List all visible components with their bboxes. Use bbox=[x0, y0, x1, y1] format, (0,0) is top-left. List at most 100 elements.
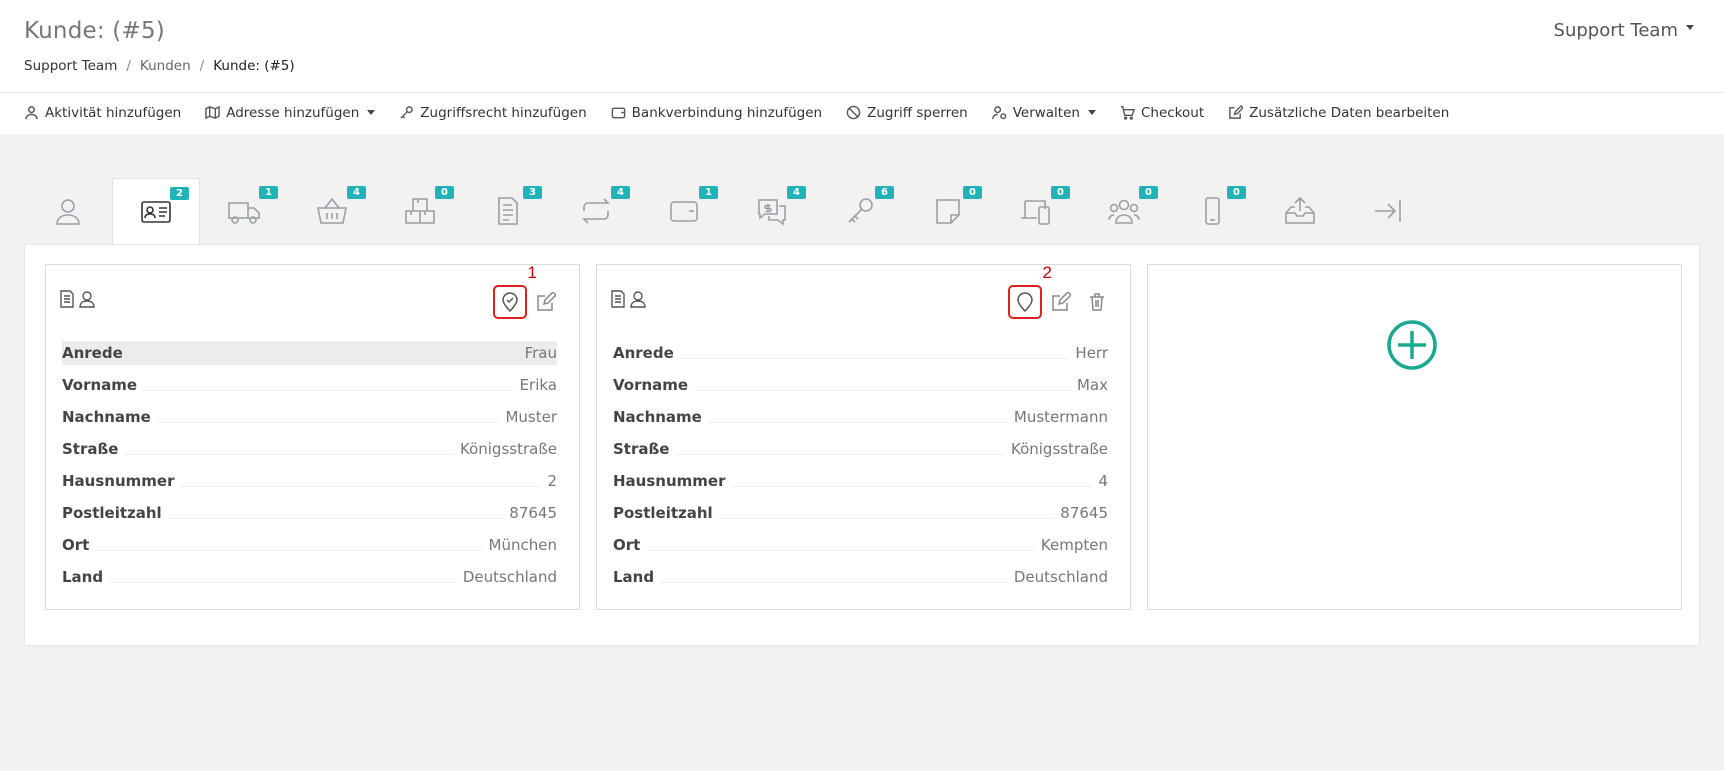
tab-documents[interactable]: 3 bbox=[464, 178, 552, 244]
field-leader bbox=[718, 517, 1055, 519]
add-bank-account-button[interactable]: Bankverbindung hinzufügen bbox=[611, 105, 822, 121]
users-icon bbox=[1108, 199, 1140, 224]
user-menu[interactable]: Support Team bbox=[1554, 20, 1694, 41]
tab-basket[interactable]: 4 bbox=[288, 178, 376, 244]
tab-groups[interactable]: 0 bbox=[1080, 178, 1168, 244]
field-leader bbox=[679, 357, 1070, 359]
field-leader bbox=[167, 517, 504, 519]
field-label: Land bbox=[613, 568, 655, 586]
tab-notes[interactable]: 0 bbox=[904, 178, 992, 244]
field-leader bbox=[180, 485, 542, 487]
tab-packages[interactable]: 0 bbox=[376, 178, 464, 244]
annotation-marker: 2 bbox=[1042, 263, 1052, 282]
add-address-plus-button[interactable] bbox=[1386, 319, 1438, 371]
address-card-actions: 2 bbox=[1008, 263, 1114, 319]
field-label: Postleitzahl bbox=[62, 504, 162, 522]
block-access-button[interactable]: Zugriff sperren bbox=[846, 105, 968, 121]
add-address-button[interactable]: Adresse hinzufügen bbox=[205, 105, 376, 121]
field-value: Herr bbox=[1075, 344, 1108, 362]
tab-badge: 4 bbox=[787, 186, 806, 199]
edit-extra-data-label: Zusätzliche Daten bearbeiten bbox=[1249, 104, 1450, 121]
basket-icon bbox=[317, 197, 347, 224]
field-leader bbox=[95, 549, 483, 551]
user-gear-icon bbox=[991, 106, 1006, 120]
field-row: Anrede Frau bbox=[62, 341, 557, 365]
key-icon bbox=[400, 106, 414, 119]
edit-extra-data-button[interactable]: Zusätzliche Daten bearbeiten bbox=[1228, 105, 1449, 121]
add-access-right-button[interactable]: Zugriffsrecht hinzufügen bbox=[399, 104, 587, 121]
tab-subscriptions[interactable]: 4 bbox=[552, 178, 640, 244]
address-fields: Anrede Herr Vorname Max Nachname Mustermann… bbox=[613, 337, 1108, 593]
tab-person[interactable] bbox=[24, 178, 112, 244]
wallet-icon bbox=[670, 201, 698, 222]
tab-payments[interactable]: 4 bbox=[728, 178, 816, 244]
tab-badge: 0 bbox=[1139, 186, 1158, 199]
mobile-phone-icon bbox=[1205, 197, 1220, 225]
manage-dropdown[interactable]: Verwalten bbox=[991, 104, 1096, 121]
field-value: Erika bbox=[519, 376, 557, 394]
tab-wallet[interactable]: 1 bbox=[640, 178, 728, 244]
edit-address-button[interactable] bbox=[1044, 285, 1078, 319]
block-icon bbox=[846, 105, 861, 120]
add-activity-button[interactable]: Aktivität hinzufügen bbox=[24, 105, 181, 121]
field-value: 87645 bbox=[509, 504, 557, 522]
block-access-label: Zugriff sperren bbox=[867, 104, 968, 121]
address-card-actions: 1 bbox=[493, 263, 563, 319]
tab-badge: 0 bbox=[1051, 186, 1070, 199]
delete-address-button[interactable] bbox=[1080, 285, 1114, 319]
add-activity-label: Aktivität hinzufügen bbox=[45, 104, 182, 121]
field-row: Postleitzahl 87645 bbox=[613, 497, 1108, 529]
tab-login[interactable] bbox=[1344, 178, 1432, 244]
field-row: Nachname Muster bbox=[62, 401, 557, 433]
checkout-button[interactable]: Checkout bbox=[1120, 105, 1204, 121]
sign-in-icon bbox=[1375, 200, 1401, 222]
field-label: Land bbox=[62, 568, 104, 586]
field-value: 2 bbox=[547, 472, 557, 490]
field-label: Postleitzahl bbox=[613, 504, 713, 522]
map-marker-icon bbox=[1017, 292, 1033, 312]
payment-chat-icon bbox=[758, 199, 786, 226]
chevron-down-icon bbox=[367, 110, 376, 115]
tab-badge: 4 bbox=[347, 186, 366, 199]
tab-mobile[interactable]: 0 bbox=[1168, 178, 1256, 244]
wallet-icon bbox=[611, 107, 625, 119]
add-address-card bbox=[1147, 264, 1682, 610]
tab-upload[interactable] bbox=[1256, 178, 1344, 244]
id-card-icon bbox=[141, 201, 171, 223]
breadcrumb-separator: / bbox=[199, 58, 205, 74]
field-leader bbox=[731, 485, 1093, 487]
manage-label: Verwalten bbox=[1012, 104, 1080, 121]
breadcrumb-separator: / bbox=[126, 58, 131, 74]
breadcrumb-item-kunden[interactable]: Kunden bbox=[140, 58, 191, 74]
field-label: Straße bbox=[62, 440, 119, 458]
field-label: Vorname bbox=[613, 376, 689, 394]
address-type-icons bbox=[58, 289, 96, 309]
tab-addresses[interactable]: 2 bbox=[112, 178, 200, 245]
address-card: 1 Anrede Frau Vorname Erika Nachname Muster… bbox=[45, 263, 580, 610]
field-value: München bbox=[488, 536, 557, 554]
field-label: Nachname bbox=[62, 408, 151, 426]
field-leader bbox=[694, 389, 1071, 391]
default-address-button[interactable]: 1 bbox=[493, 263, 537, 319]
repeat-icon bbox=[582, 198, 610, 224]
devices-icon bbox=[1021, 200, 1050, 225]
sticky-note-icon bbox=[936, 199, 960, 224]
tab-badge: 0 bbox=[1227, 186, 1246, 199]
truck-icon bbox=[228, 202, 260, 224]
chevron-down-icon bbox=[1686, 25, 1694, 30]
field-row: Land Deutschland bbox=[613, 561, 1108, 593]
field-value: Deutschland bbox=[1013, 568, 1108, 586]
set-default-address-button[interactable]: 2 bbox=[1008, 263, 1052, 319]
tab-devices[interactable]: 0 bbox=[992, 178, 1080, 244]
field-row: Ort München bbox=[62, 529, 557, 561]
tab-shipping[interactable]: 1 bbox=[200, 178, 288, 244]
field-label: Anrede bbox=[62, 344, 123, 362]
edit-icon bbox=[537, 292, 556, 311]
user-menu-label: Support Team bbox=[1553, 20, 1678, 41]
add-bank-account-label: Bankverbindung hinzufügen bbox=[631, 104, 823, 121]
edit-address-button[interactable] bbox=[529, 285, 563, 319]
tab-keys[interactable]: 6 bbox=[816, 178, 904, 244]
breadcrumb-item-current: Kunde: (#5) bbox=[213, 58, 295, 74]
add-access-right-label: Zugriffsrecht hinzufügen bbox=[420, 104, 587, 121]
breadcrumb-item-support-team[interactable]: Support Team bbox=[24, 58, 117, 74]
